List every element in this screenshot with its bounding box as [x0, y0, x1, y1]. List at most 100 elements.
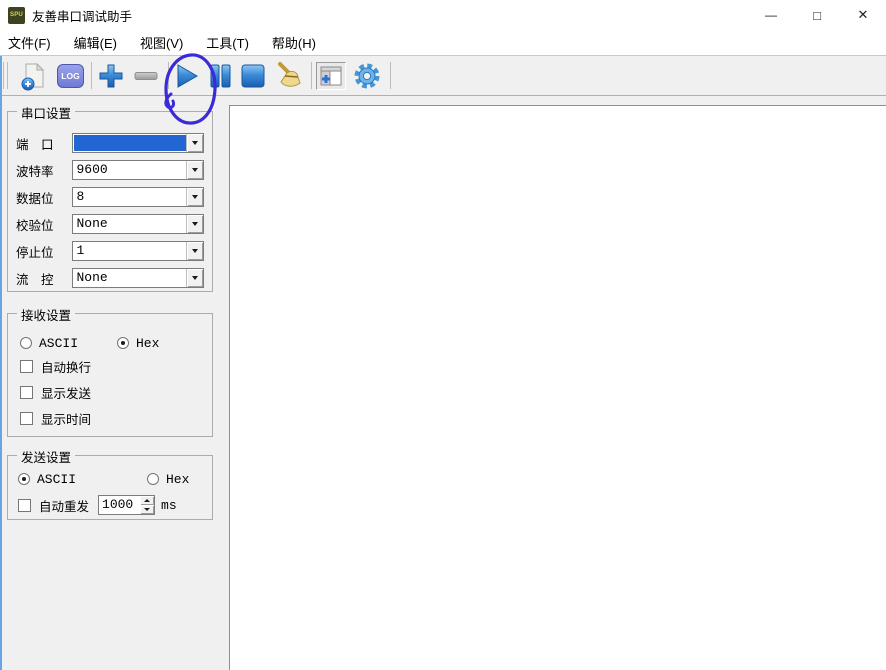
- pause-button[interactable]: [207, 62, 233, 90]
- new-log-file-icon: [19, 61, 49, 91]
- send-mode-row: ASCII Hex: [18, 472, 204, 486]
- log-button[interactable]: LOG: [57, 64, 84, 88]
- toolbar: LOG: [0, 56, 886, 96]
- start-button[interactable]: [174, 62, 200, 90]
- spin-down-button[interactable]: [140, 505, 154, 514]
- toolbar-separator: [390, 62, 391, 89]
- content-area: 串口设置 端 口 波特率 9600 数据位 8: [0, 96, 886, 670]
- baudrate-combobox[interactable]: 9600: [72, 160, 204, 180]
- spinner-buttons: [140, 496, 154, 514]
- close-button[interactable]: ✕: [840, 0, 886, 30]
- port-combobox[interactable]: [72, 133, 204, 153]
- stopbits-label: 停止位: [16, 242, 62, 261]
- radio-icon[interactable]: [20, 337, 32, 349]
- resend-interval-spinner[interactable]: 1000: [98, 495, 155, 515]
- remove-icon: [132, 62, 160, 90]
- menu-view[interactable]: 视图(V): [134, 30, 189, 55]
- flowcontrol-combobox[interactable]: None: [72, 268, 204, 288]
- receive-settings-group: 接收设置 ASCII Hex 自动换行 显示发送: [7, 313, 213, 437]
- menu-tools[interactable]: 工具(T): [200, 30, 255, 55]
- clear-button[interactable]: [275, 61, 305, 91]
- chevron-down-icon: [192, 141, 198, 145]
- auto-resend-row: 自动重发 1000 ms: [18, 495, 204, 515]
- receive-mode-row: ASCII Hex: [20, 336, 204, 350]
- remove-port-button[interactable]: [132, 62, 160, 90]
- titlebar[interactable]: SPU 友善串口调试助手 — □ ✕: [0, 0, 886, 30]
- toolbar-separator: [91, 62, 92, 89]
- menu-edit[interactable]: 编辑(E): [68, 30, 123, 55]
- auto-resend-checkbox[interactable]: [18, 499, 31, 512]
- baudrate-row: 波特率 9600: [16, 160, 204, 180]
- start-icon: [174, 62, 200, 90]
- radio-checked-icon[interactable]: [18, 473, 30, 485]
- send-ascii-option[interactable]: ASCII: [18, 472, 147, 487]
- chevron-down-icon: [192, 195, 198, 199]
- baudrate-dropdown-button[interactable]: [186, 161, 203, 179]
- settings-gear-icon: [352, 61, 382, 91]
- serial-settings-title: 串口设置: [17, 103, 75, 122]
- send-hex-option[interactable]: Hex: [147, 472, 189, 487]
- chevron-down-icon: [192, 168, 198, 172]
- checkbox-icon[interactable]: [20, 360, 33, 373]
- ms-unit-label: ms: [161, 498, 177, 513]
- receive-ascii-option[interactable]: ASCII: [20, 336, 117, 351]
- parity-label: 校验位: [16, 215, 62, 234]
- toolbar-grip-handle[interactable]: [3, 62, 8, 89]
- clear-broom-icon: [275, 61, 305, 91]
- maximize-button[interactable]: □: [794, 0, 840, 30]
- parity-dropdown-button[interactable]: [186, 215, 203, 233]
- chevron-down-icon: [192, 249, 198, 253]
- parity-combobox[interactable]: None: [72, 214, 204, 234]
- stopbits-dropdown-button[interactable]: [186, 242, 203, 260]
- flowcontrol-dropdown-button[interactable]: [186, 269, 203, 287]
- stopbits-row: 停止位 1: [16, 241, 204, 261]
- menu-file[interactable]: 文件(F): [2, 30, 57, 55]
- baudrate-label: 波特率: [16, 161, 62, 180]
- window-controls: — □ ✕: [748, 0, 886, 30]
- databits-row: 数据位 8: [16, 187, 204, 207]
- stop-button[interactable]: [239, 62, 267, 90]
- minimize-button[interactable]: —: [748, 0, 794, 30]
- port-dropdown-button[interactable]: [186, 134, 203, 152]
- receive-settings-title: 接收设置: [17, 305, 75, 324]
- menubar: 文件(F) 编辑(E) 视图(V) 工具(T) 帮助(H): [0, 30, 886, 56]
- toggle-panel-button[interactable]: [316, 62, 346, 90]
- auto-newline-option[interactable]: 自动换行: [20, 359, 204, 373]
- radio-checked-icon[interactable]: [117, 337, 129, 349]
- show-time-option[interactable]: 显示时间: [20, 411, 204, 425]
- databits-dropdown-button[interactable]: [186, 188, 203, 206]
- serial-settings-group: 串口设置 端 口 波特率 9600 数据位 8: [7, 111, 213, 292]
- checkbox-icon[interactable]: [20, 386, 33, 399]
- add-port-button[interactable]: [97, 62, 125, 90]
- port-row: 端 口: [16, 133, 204, 153]
- receive-display-area[interactable]: [229, 105, 886, 670]
- port-label: 端 口: [16, 134, 62, 153]
- flowcontrol-label: 流 控: [16, 269, 62, 288]
- app-window: SPU 友善串口调试助手 — □ ✕ 文件(F) 编辑(E) 视图(V) 工具(…: [0, 0, 886, 670]
- radio-icon[interactable]: [147, 473, 159, 485]
- auto-resend-label: 自动重发: [39, 496, 89, 515]
- chevron-down-icon: [192, 222, 198, 226]
- toggle-panel-icon: [320, 66, 342, 86]
- receive-hex-option[interactable]: Hex: [117, 336, 159, 351]
- spin-up-button[interactable]: [140, 496, 154, 505]
- settings-button[interactable]: [352, 61, 382, 91]
- add-icon: [97, 62, 125, 90]
- send-settings-group: 发送设置 ASCII Hex 自动重发 1000: [7, 455, 213, 520]
- app-icon: SPU: [8, 7, 25, 24]
- chevron-down-icon: [192, 276, 198, 280]
- checkbox-icon[interactable]: [20, 412, 33, 425]
- window-title: 友善串口调试助手: [32, 6, 132, 25]
- show-send-option[interactable]: 显示发送: [20, 385, 204, 399]
- flowcontrol-row: 流 控 None: [16, 268, 204, 288]
- toolbar-separator: [311, 62, 312, 89]
- toolbar-separator: [168, 62, 169, 89]
- pause-icon: [207, 62, 233, 90]
- new-log-file-button[interactable]: [19, 61, 49, 91]
- databits-combobox[interactable]: 8: [72, 187, 204, 207]
- chevron-down-icon: [144, 508, 150, 511]
- stopbits-combobox[interactable]: 1: [72, 241, 204, 261]
- menu-help[interactable]: 帮助(H): [266, 30, 322, 55]
- chevron-up-icon: [144, 499, 150, 502]
- stop-icon: [239, 62, 267, 90]
